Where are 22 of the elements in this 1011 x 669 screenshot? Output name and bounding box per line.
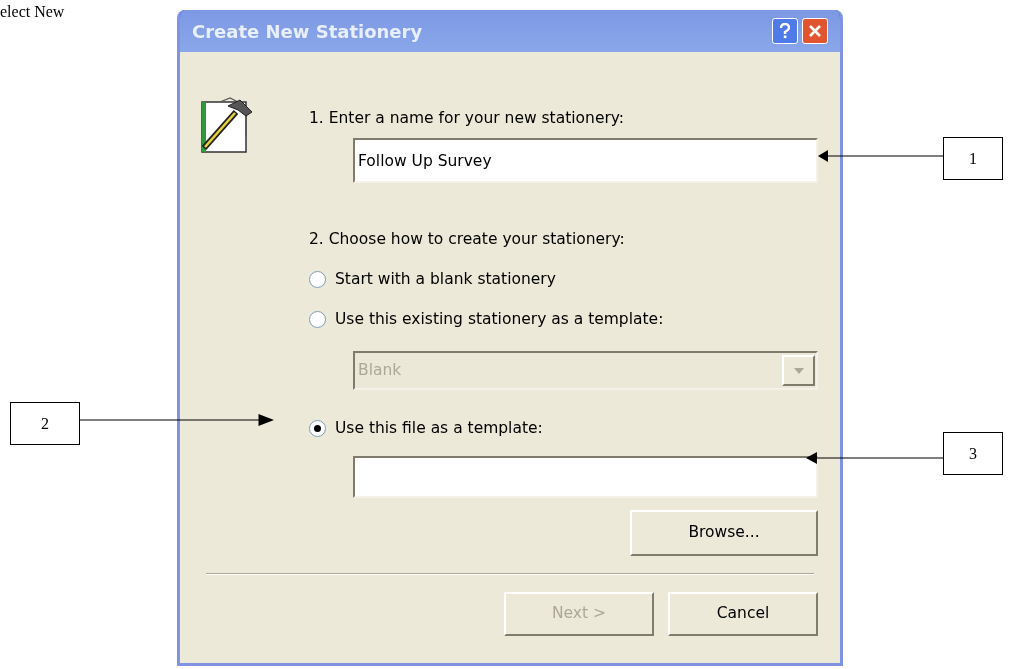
- callout-box: 2: [10, 402, 80, 445]
- browse-button[interactable]: Browse...: [630, 510, 818, 556]
- close-icon: [808, 24, 822, 38]
- radio-button[interactable]: [309, 419, 326, 437]
- close-button[interactable]: [802, 18, 828, 44]
- window-title: Create New Stationery: [192, 19, 424, 44]
- callout-box: 1: [943, 137, 1003, 180]
- radio-label: Use this existing stationery as a template:: [335, 309, 664, 329]
- step-label: 2. Choose how to create your stationery:: [309, 229, 626, 249]
- help-button[interactable]: [772, 18, 798, 44]
- file-input-field[interactable]: [353, 456, 818, 498]
- radio-button[interactable]: [309, 310, 326, 328]
- radio-label: Use this file as a template:: [335, 418, 543, 438]
- caret-icon: [793, 367, 804, 374]
- radio-button[interactable]: [309, 270, 326, 288]
- callout-box: 3: [943, 432, 1003, 475]
- name-input-field[interactable]: Follow Up Survey: [353, 138, 818, 183]
- step-label: 1. Enter a name for your new stationery:: [309, 108, 626, 128]
- radio-label: Start with a blank stationery: [335, 269, 556, 289]
- dialog-button[interactable]: Cancel: [668, 592, 818, 636]
- help-icon: [780, 23, 790, 39]
- document-text: elect New: [0, 3, 65, 20]
